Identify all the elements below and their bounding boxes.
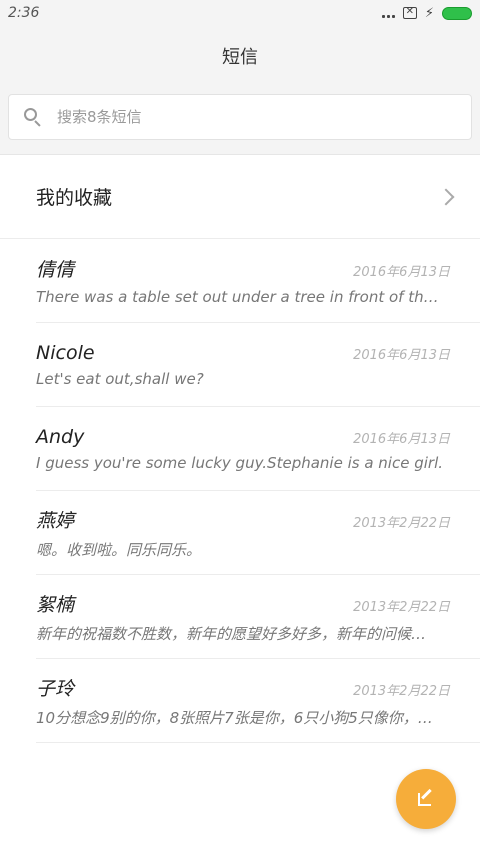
message-preview: 新年的祝福数不胜数，新年的愿望好多好多，新年的问候… — [36, 624, 427, 643]
contact-name: 燕婷 — [36, 509, 75, 532]
message-preview: 10分想念9别的你，8张照片7张是你，6只小狗5只像你，… — [36, 708, 433, 727]
contact-name: Nicole — [36, 341, 95, 364]
compose-button[interactable] — [396, 769, 456, 829]
conversation-row[interactable]: 絮楠 2013年2月22日 新年的祝福数不胜数，新年的愿望好多好多，新年的问候… — [36, 575, 480, 659]
message-date: 2013年2月22日 — [353, 599, 450, 615]
search-box[interactable] — [8, 94, 472, 140]
status-bar: 2:36 ✕ ⚡ — [0, 0, 480, 26]
search-input[interactable] — [57, 108, 457, 126]
app-header: 短信 — [0, 26, 480, 86]
conversation-row[interactable]: 倩倩 2016年6月13日 There was a table set out … — [36, 239, 480, 323]
favorites-row[interactable]: 我的收藏 — [0, 155, 480, 239]
chevron-right-icon — [437, 188, 455, 205]
contact-name: 倩倩 — [36, 259, 75, 281]
message-preview: There was a table set out under a tree i… — [36, 288, 446, 306]
conversation-row[interactable]: Nicole 2016年6月13日 Let's eat out,shall we… — [36, 323, 480, 407]
compose-icon — [418, 788, 434, 807]
contact-name: 絮楠 — [36, 593, 75, 616]
contact-name: Andy — [36, 425, 85, 448]
message-preview: Let's eat out,shall we? — [36, 369, 204, 388]
charging-icon: ⚡ — [424, 5, 434, 21]
message-date: 2013年2月22日 — [353, 515, 450, 531]
conversation-row[interactable]: Andy 2016年6月13日 I guess you're some luck… — [36, 407, 480, 491]
no-sim-icon: ✕ — [402, 7, 417, 19]
status-time: 2:36 — [8, 5, 40, 21]
message-date: 2016年6月13日 — [353, 347, 450, 363]
message-date: 2016年6月13日 — [353, 265, 450, 280]
conversation-row[interactable]: 燕婷 2013年2月22日 嗯。收到啦。同乐同乐。 — [36, 491, 480, 575]
favorites-label: 我的收藏 — [36, 187, 113, 209]
page-title: 短信 — [222, 47, 258, 68]
status-icons: ✕ ⚡ — [381, 5, 472, 21]
contact-name: 子玲 — [36, 677, 75, 700]
signal-icon — [381, 8, 395, 18]
conversation-row[interactable]: 子玲 2013年2月22日 10分想念9别的你，8张照片7张是你，6只小狗5只像… — [36, 659, 480, 743]
message-date: 2013年2月22日 — [353, 683, 450, 699]
message-preview: I guess you're some lucky guy.Stephanie … — [36, 453, 443, 472]
battery-icon — [442, 6, 472, 20]
message-preview: 嗯。收到啦。同乐同乐。 — [36, 540, 202, 559]
message-date: 2016年6月13日 — [353, 431, 450, 447]
search-area — [0, 86, 480, 155]
search-icon — [23, 107, 43, 127]
conversation-list: 倩倩 2016年6月13日 There was a table set out … — [0, 239, 480, 743]
